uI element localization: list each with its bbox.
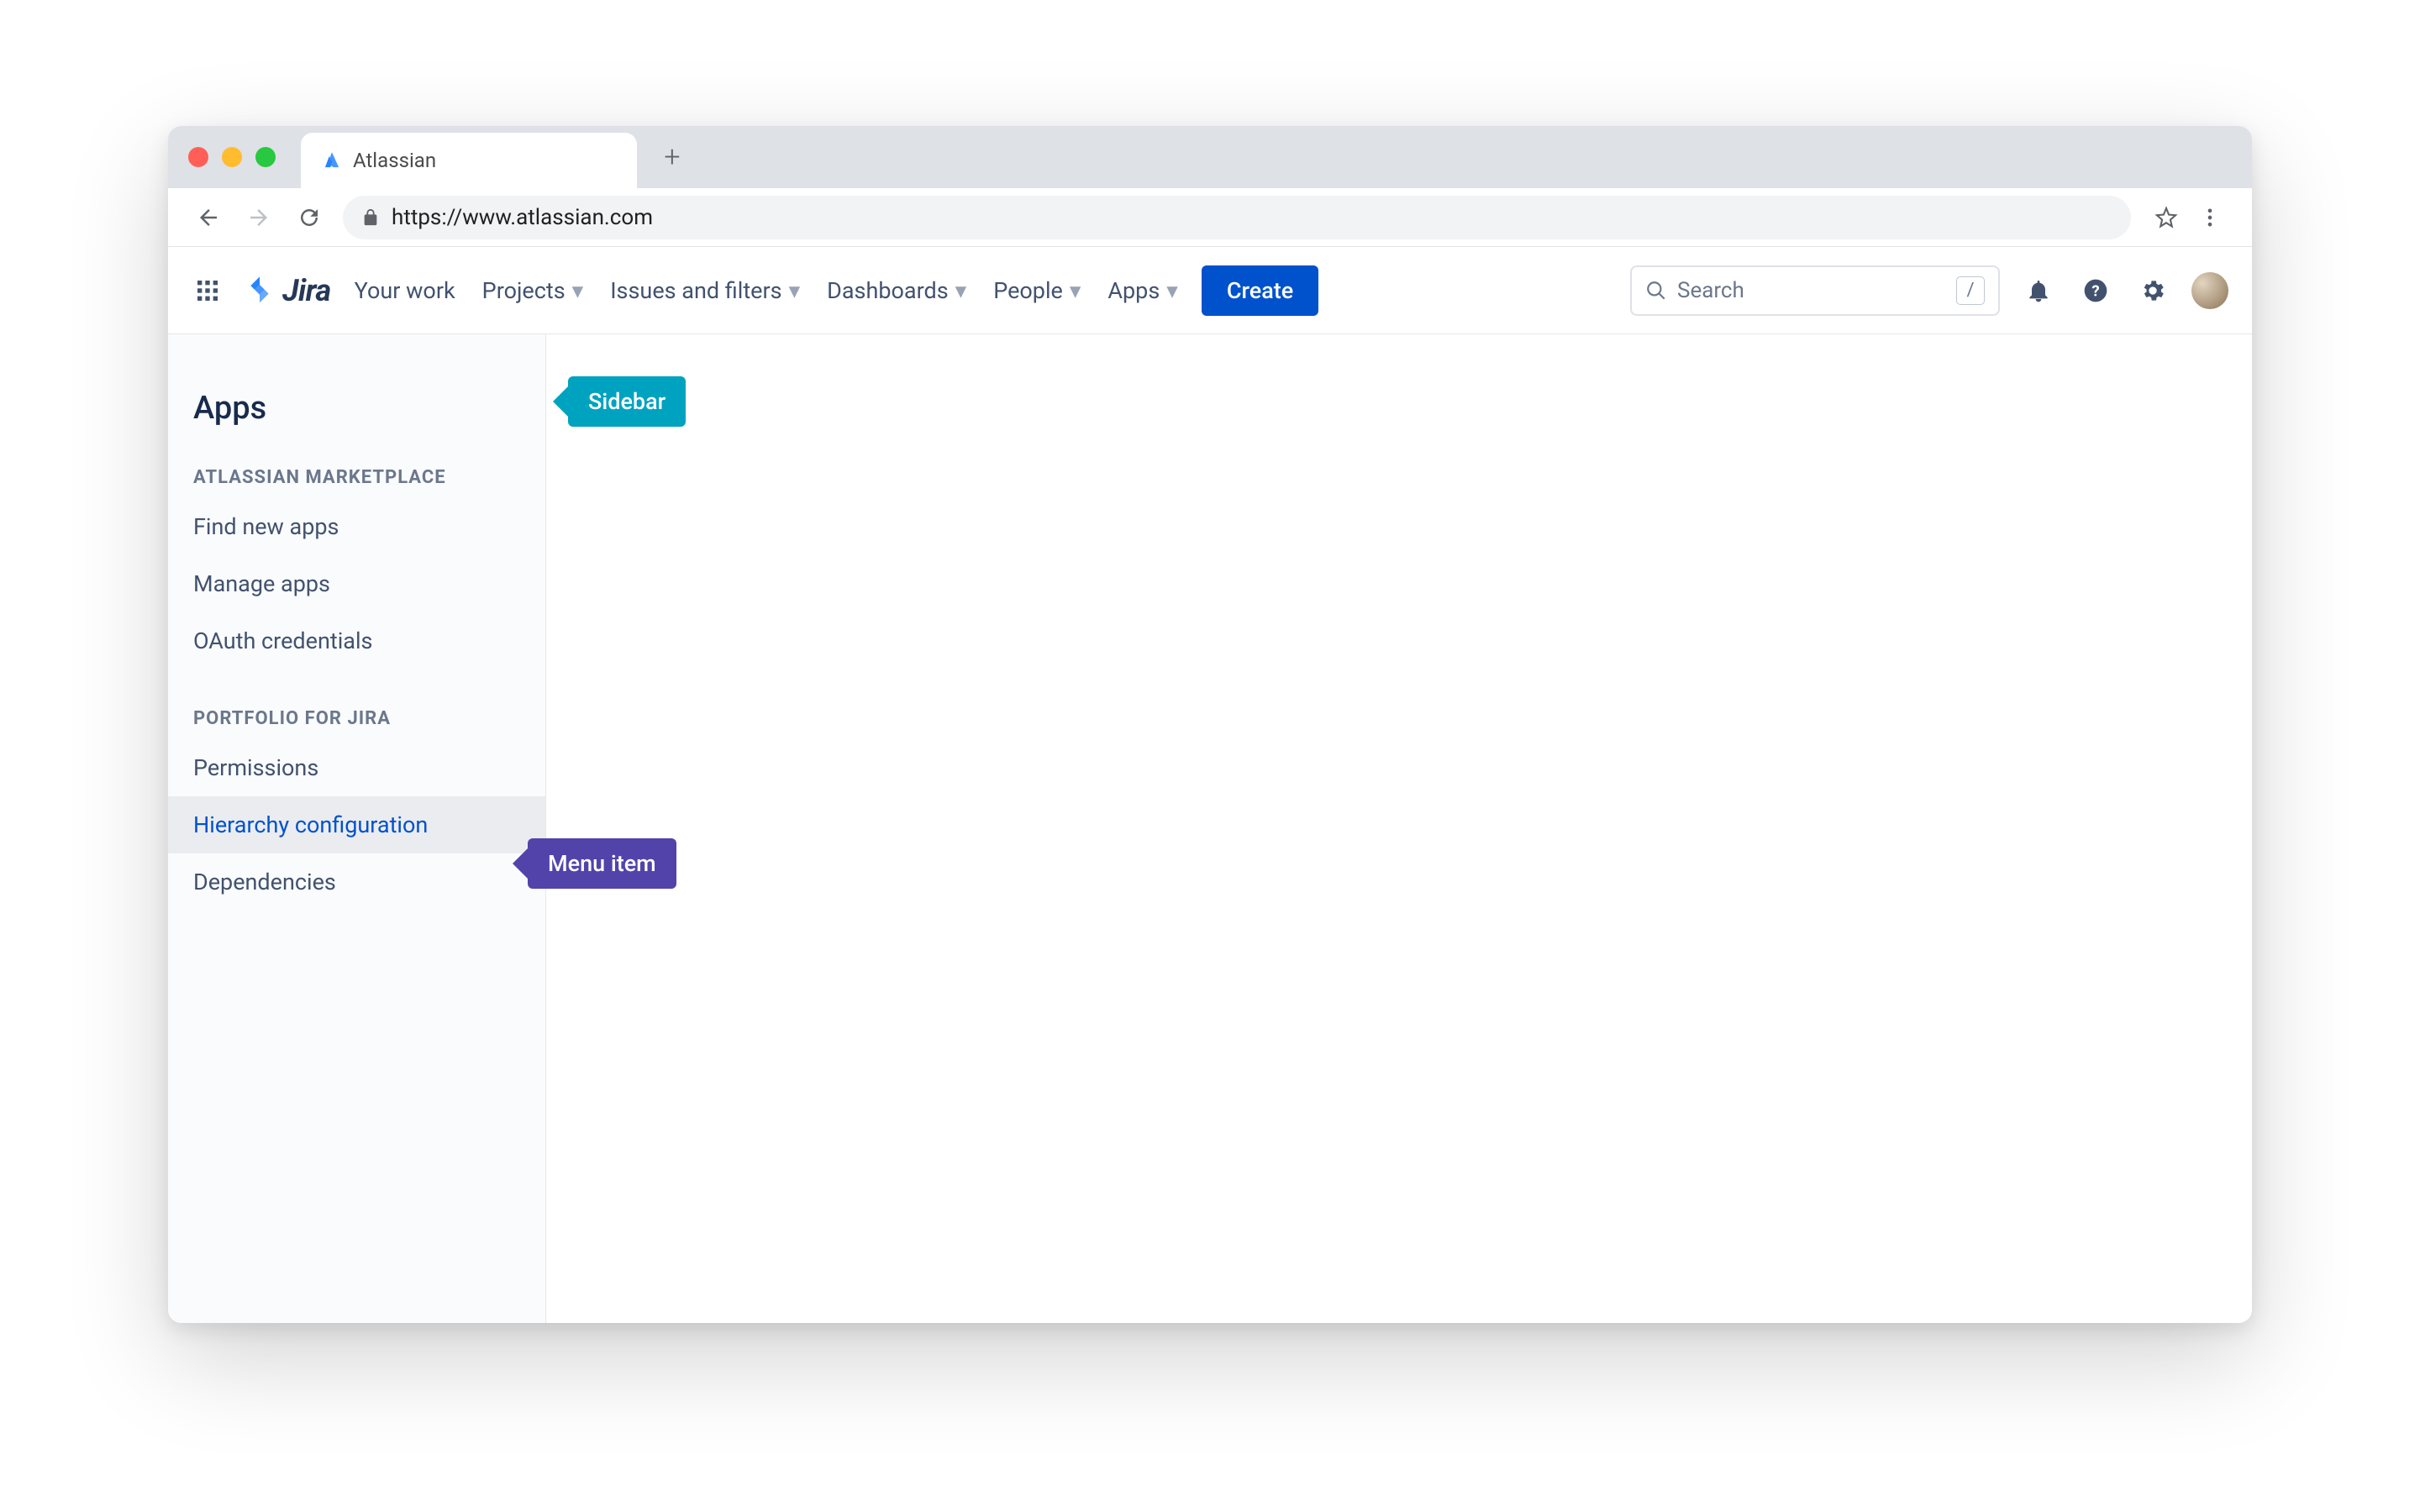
help-button[interactable]: ? <box>2077 272 2114 309</box>
create-button[interactable]: Create <box>1202 265 1318 316</box>
search-placeholder: Search <box>1677 278 1744 303</box>
chevron-down-icon: ▾ <box>1166 277 1178 304</box>
callout-menu-item: Menu item <box>528 838 676 889</box>
chevron-down-icon: ▾ <box>572 277 584 304</box>
sidebar-item-permissions[interactable]: Permissions <box>168 739 545 796</box>
notifications-button[interactable] <box>2020 272 2057 309</box>
url-field[interactable]: https://www.atlassian.com <box>343 196 2131 239</box>
svg-text:?: ? <box>2091 281 2099 300</box>
section-heading-marketplace: ATLASSIAN MARKETPLACE <box>168 450 545 498</box>
search-icon <box>1645 280 1667 302</box>
nav-projects[interactable]: Projects▾ <box>479 269 587 312</box>
nav-your-work[interactable]: Your work <box>351 269 459 312</box>
close-window-button[interactable] <box>188 147 208 167</box>
product-name: Jira <box>282 273 331 308</box>
tab-title: Atlassian <box>353 149 436 172</box>
jira-logo[interactable]: Jira <box>244 273 331 308</box>
sidebar-item-find-new-apps[interactable]: Find new apps <box>168 498 545 555</box>
nav-dashboards[interactable]: Dashboards▾ <box>823 269 970 312</box>
browser-window: Atlassian + https://www.atlassian.com <box>168 126 2252 1323</box>
sidebar-item-oauth-credentials[interactable]: OAuth credentials <box>168 612 545 669</box>
settings-button[interactable] <box>2134 272 2171 309</box>
window-controls <box>188 147 276 167</box>
chevron-down-icon: ▾ <box>789 277 801 304</box>
forward-button[interactable] <box>242 201 276 234</box>
maximize-window-button[interactable] <box>255 147 276 167</box>
atlassian-icon <box>321 150 343 171</box>
tab-strip: Atlassian + <box>168 126 2252 188</box>
sidebar-title: Apps <box>168 360 545 450</box>
app-switcher-button[interactable] <box>192 275 224 307</box>
search-hint-key: / <box>1956 276 1985 305</box>
nav-apps[interactable]: Apps▾ <box>1104 269 1181 312</box>
nav-people[interactable]: People▾ <box>990 269 1084 312</box>
browser-tab[interactable]: Atlassian <box>301 133 637 188</box>
bookmark-button[interactable] <box>2148 199 2185 236</box>
section-heading-portfolio: PORTFOLIO FOR JIRA <box>168 691 545 739</box>
url-text: https://www.atlassian.com <box>392 205 653 230</box>
app-top-nav: Jira Your work Projects▾ Issues and filt… <box>168 247 2252 334</box>
search-input[interactable]: Search / <box>1630 265 2000 316</box>
chevron-down-icon: ▾ <box>1070 277 1081 304</box>
chevron-down-icon: ▾ <box>955 277 967 304</box>
lock-icon <box>361 208 380 227</box>
nav-issues-filters[interactable]: Issues and filters▾ <box>607 269 803 312</box>
sidebar-item-dependencies[interactable]: Dependencies <box>168 853 545 911</box>
sidebar-item-manage-apps[interactable]: Manage apps <box>168 555 545 612</box>
avatar[interactable] <box>2191 272 2228 309</box>
address-bar: https://www.atlassian.com <box>168 188 2252 247</box>
back-button[interactable] <box>192 201 225 234</box>
sidebar-item-hierarchy-configuration[interactable]: Hierarchy configuration <box>168 796 545 853</box>
browser-menu-button[interactable] <box>2191 199 2228 236</box>
new-tab-button[interactable]: + <box>652 137 692 177</box>
sidebar: Apps ATLASSIAN MARKETPLACE Find new apps… <box>168 334 546 1323</box>
reload-button[interactable] <box>292 201 326 234</box>
main-content: Sidebar Menu item <box>546 334 2252 1323</box>
minimize-window-button[interactable] <box>222 147 242 167</box>
app-body: Apps ATLASSIAN MARKETPLACE Find new apps… <box>168 334 2252 1323</box>
callout-sidebar: Sidebar <box>568 376 686 427</box>
jira-icon <box>244 275 276 307</box>
